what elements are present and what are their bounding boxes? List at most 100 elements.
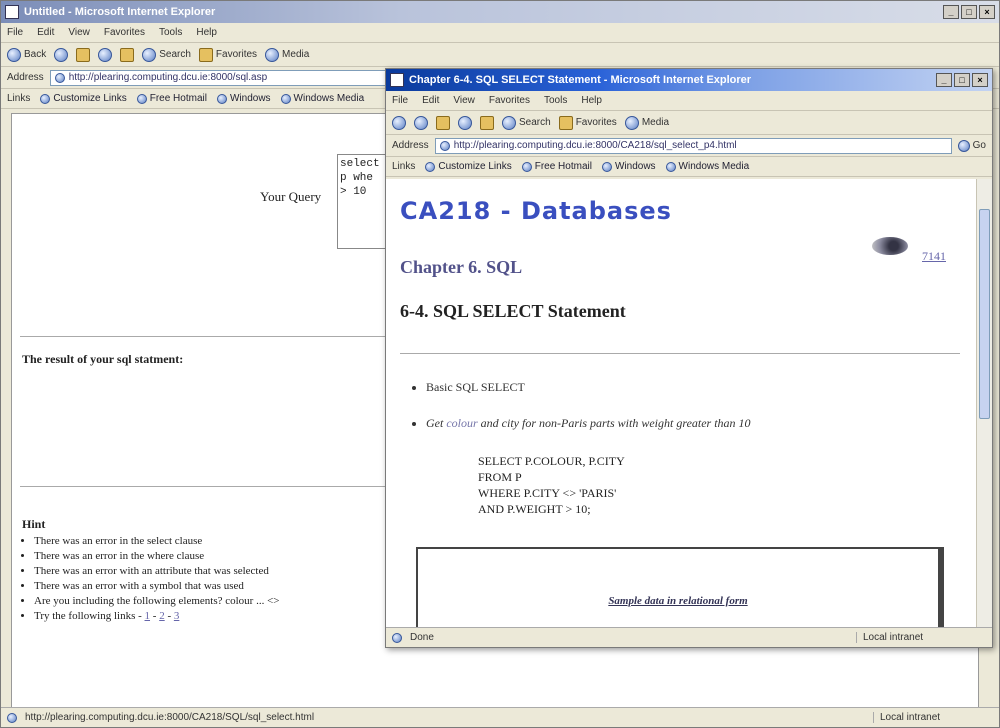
link-customize[interactable]: Customize Links <box>425 161 512 172</box>
result-heading: The result of your sql statment: <box>22 352 184 366</box>
menu-help[interactable]: Help <box>581 95 602 106</box>
close-button[interactable]: × <box>979 5 995 19</box>
status-zone: Local intranet <box>873 712 993 723</box>
page-number-link[interactable]: 7141 <box>922 249 946 264</box>
menu-file[interactable]: File <box>7 27 23 38</box>
status-text: http://plearing.computing.dcu.ie:8000/CA… <box>25 712 315 723</box>
links-label: Links <box>7 93 31 104</box>
list-item: Basic SQL SELECT <box>426 379 946 395</box>
ie-link-icon <box>665 161 676 172</box>
search-button[interactable]: Search <box>502 115 551 130</box>
page-icon <box>439 140 450 151</box>
address-label: Address <box>392 140 429 151</box>
menu-view[interactable]: View <box>453 95 475 106</box>
menu-favorites[interactable]: Favorites <box>489 95 530 106</box>
go-arrow-icon <box>957 139 970 152</box>
ie-icon <box>5 5 19 19</box>
ie-link-icon <box>425 161 436 172</box>
sql-code-block: SELECT P.COLOUR, P.CITY FROM P WHERE P.C… <box>478 453 625 517</box>
ie-link-icon <box>40 93 51 104</box>
chapter-title: Chapter 6. SQL <box>400 257 523 277</box>
back-toolbar: Back Search Favorites Media <box>1 43 999 67</box>
back-arrow-icon <box>7 47 21 62</box>
refresh-button[interactable] <box>458 115 472 130</box>
hint-item: There was an error in the select clause <box>34 534 394 549</box>
media-icon <box>265 47 280 62</box>
star-icon <box>198 47 213 62</box>
menu-favorites[interactable]: Favorites <box>104 27 145 38</box>
address-input[interactable]: http://plearing.computing.dcu.ie:8000/CA… <box>434 137 952 154</box>
front-title-bar[interactable]: Chapter 6-4. SQL SELECT Statement - Micr… <box>386 69 992 91</box>
code-line: SELECT P.COLOUR, P.CITY <box>478 454 625 468</box>
menu-tools[interactable]: Tools <box>159 27 182 38</box>
back-window-title: Untitled - Microsoft Internet Explorer <box>24 6 216 18</box>
link-hotmail[interactable]: Free Hotmail <box>136 93 207 104</box>
link-customize[interactable]: Customize Links <box>40 93 127 104</box>
forward-button[interactable] <box>414 115 428 130</box>
link-windows[interactable]: Windows <box>601 161 656 172</box>
back-title-bar[interactable]: Untitled - Microsoft Internet Explorer _… <box>1 1 999 23</box>
ie-icon <box>390 73 404 87</box>
maximize-button[interactable]: □ <box>954 73 970 87</box>
menu-view[interactable]: View <box>68 27 90 38</box>
link-windows-media[interactable]: Windows Media <box>665 161 749 172</box>
back-arrow-icon <box>392 115 406 130</box>
home-button[interactable] <box>120 47 135 62</box>
menu-help[interactable]: Help <box>196 27 217 38</box>
front-status-bar: Done Local intranet <box>386 627 992 647</box>
media-icon <box>624 115 639 130</box>
stop-button[interactable] <box>76 47 91 62</box>
menu-file[interactable]: File <box>392 95 408 106</box>
front-window-title: Chapter 6-4. SQL SELECT Statement - Micr… <box>409 74 752 86</box>
search-button[interactable]: Search <box>142 47 191 62</box>
page-icon <box>54 72 65 83</box>
menu-edit[interactable]: Edit <box>422 95 439 106</box>
stop-icon <box>436 115 450 130</box>
links-label: Links <box>392 161 416 172</box>
status-text: Done <box>410 632 434 643</box>
front-address-bar: Address http://plearing.computing.dcu.ie… <box>386 135 992 157</box>
search-icon <box>142 47 157 62</box>
back-status-bar: http://plearing.computing.dcu.ie:8000/CA… <box>1 707 999 727</box>
forward-arrow-icon <box>54 47 69 62</box>
ie-link-icon <box>216 93 227 104</box>
link-windows-media[interactable]: Windows Media <box>280 93 364 104</box>
colour-link[interactable]: colour <box>446 416 477 430</box>
menu-edit[interactable]: Edit <box>37 27 54 38</box>
media-button[interactable]: Media <box>624 115 669 130</box>
front-browser-window: Chapter 6-4. SQL SELECT Statement - Micr… <box>385 68 993 648</box>
go-button[interactable]: Go <box>957 139 986 152</box>
hint-heading: Hint <box>22 517 46 531</box>
favorites-button[interactable]: Favorites <box>558 115 617 130</box>
code-line: FROM P <box>478 470 522 484</box>
status-zone: Local intranet <box>856 632 986 643</box>
sample-data-link[interactable]: Sample data in relational form <box>418 595 938 607</box>
hint-item: There was an error with an attribute tha… <box>34 564 394 579</box>
back-button[interactable] <box>392 115 406 130</box>
forward-arrow-icon <box>414 115 428 130</box>
close-button[interactable]: × <box>972 73 988 87</box>
media-button[interactable]: Media <box>265 47 309 62</box>
scroll-thumb[interactable] <box>979 209 990 419</box>
ie-link-icon <box>136 93 147 104</box>
maximize-button[interactable]: □ <box>961 5 977 19</box>
refresh-icon <box>458 115 472 130</box>
back-button[interactable]: Back <box>7 47 46 62</box>
hint-link-3[interactable]: 3 <box>174 610 180 622</box>
link-hotmail[interactable]: Free Hotmail <box>521 161 592 172</box>
hint-item: Try the following links - 1 - 2 - 3 <box>34 609 394 624</box>
minimize-button[interactable]: _ <box>943 5 959 19</box>
minimize-button[interactable]: _ <box>936 73 952 87</box>
refresh-button[interactable] <box>98 47 113 62</box>
favorites-button[interactable]: Favorites <box>198 47 257 62</box>
home-icon <box>480 115 494 130</box>
forward-button[interactable] <box>54 47 69 62</box>
ie-link-icon <box>521 161 532 172</box>
stop-button[interactable] <box>436 115 450 130</box>
home-button[interactable] <box>480 115 494 130</box>
front-menu-bar: File Edit View Favorites Tools Help <box>386 91 992 111</box>
menu-tools[interactable]: Tools <box>544 95 567 106</box>
link-windows[interactable]: Windows <box>216 93 271 104</box>
hint-list: There was an error in the select clause … <box>34 534 394 624</box>
vertical-scrollbar[interactable] <box>976 179 992 627</box>
